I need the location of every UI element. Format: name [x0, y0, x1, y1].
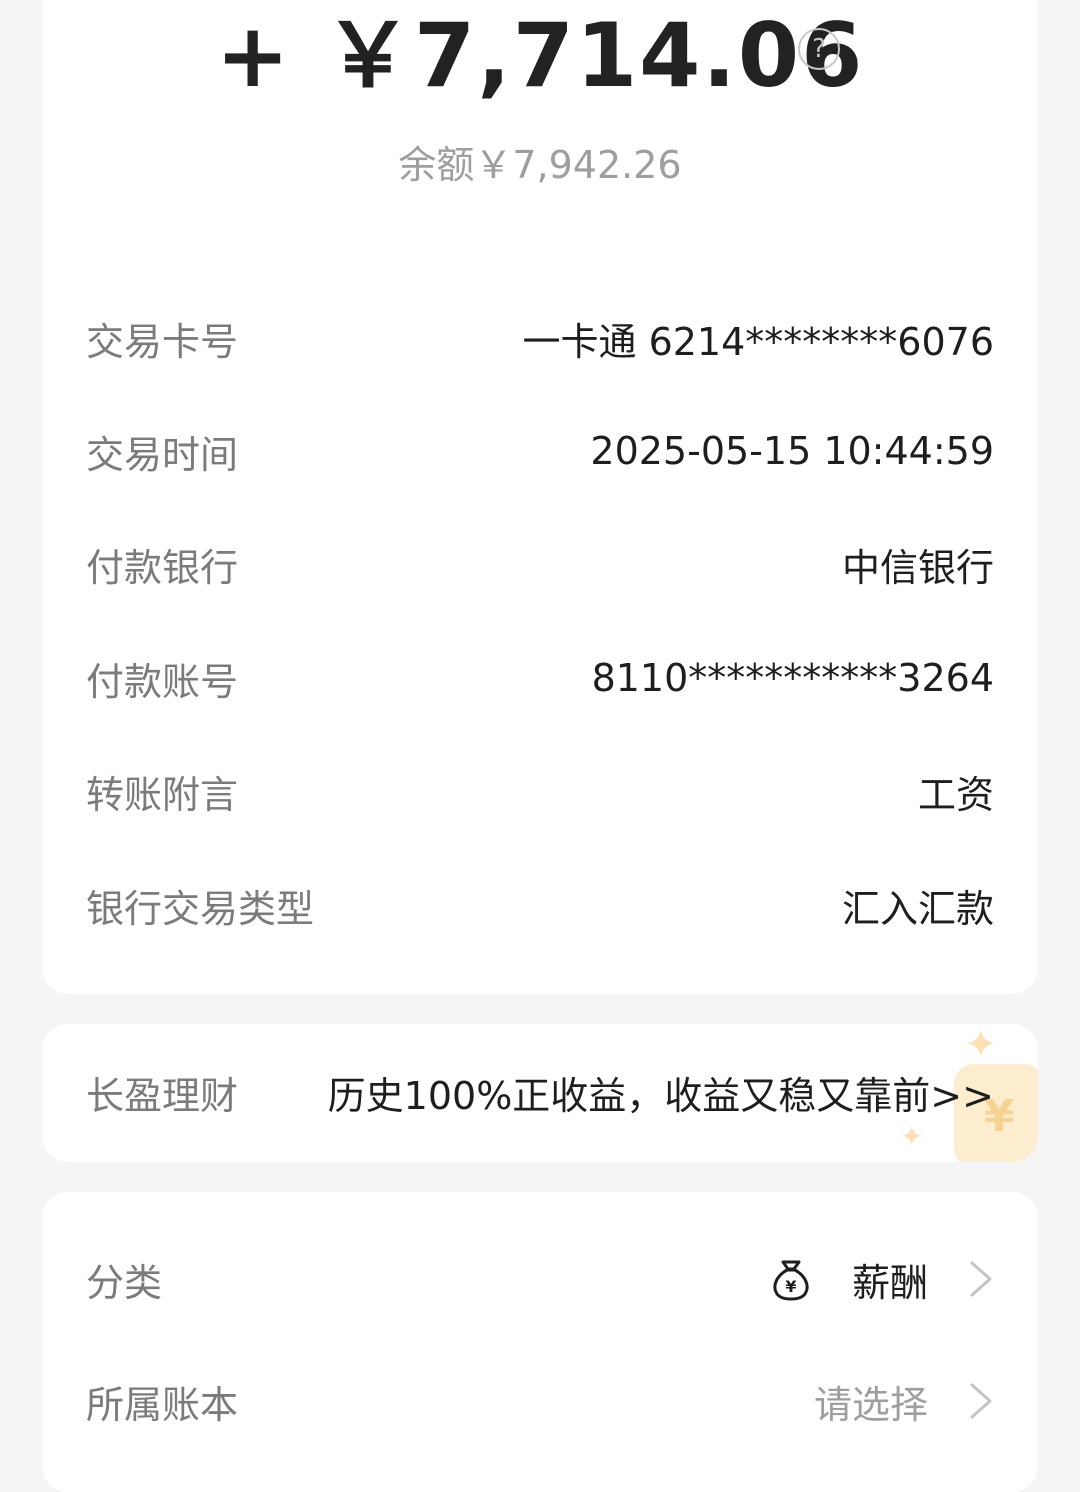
detail-value: 汇入汇款	[841, 886, 994, 931]
detail-row-time: 交易时间 2025-05-15 10:44:59	[86, 421, 994, 481]
detail-label: 交易时间	[86, 432, 239, 477]
category-value: 薪酬	[851, 1260, 928, 1305]
ledger-row[interactable]: 所属账本 请选择	[86, 1366, 994, 1436]
detail-value: 中信银行	[841, 545, 994, 590]
chevron-right-icon	[970, 1383, 992, 1419]
transaction-amount: + ￥7,714.06	[215, 3, 865, 107]
detail-label: 银行交易类型	[86, 886, 315, 931]
svg-text:¥: ¥	[785, 1277, 796, 1296]
balance-text: 余额￥7,942.26	[398, 143, 682, 187]
category-row[interactable]: 分类 ¥ 薪酬	[86, 1244, 994, 1314]
promo-row[interactable]: 长盈理财 历史100%正收益，收益又稳又靠前>>	[86, 1062, 994, 1122]
detail-value: 8110***********3264	[591, 656, 994, 700]
detail-label: 转账附言	[86, 772, 239, 817]
wealth-promo-card[interactable]: ✦ ✦ ¥ 长盈理财 历史100%正收益，收益又稳又靠前>>	[42, 1024, 1038, 1162]
category-selector[interactable]: ¥ 薪酬	[768, 1252, 994, 1307]
detail-row-payer-bank: 付款银行 中信银行	[86, 534, 994, 594]
detail-row-card-number: 交易卡号 一卡通 6214********6076	[86, 308, 994, 368]
transaction-detail-card: + ￥7,714.06 ? 余额￥7,942.26 交易卡号 一卡通 6214*…	[42, 0, 1038, 994]
promo-link[interactable]: 历史100%正收益，收益又稳又靠前>>	[328, 1065, 994, 1120]
promo-label: 长盈理财	[86, 1073, 239, 1118]
category-label: 分类	[86, 1260, 163, 1305]
detail-row-transaction-type: 银行交易类型 汇入汇款	[86, 875, 994, 935]
detail-row-remark: 转账附言 工资	[86, 761, 994, 821]
detail-value: 工资	[917, 772, 994, 817]
sparkle-icon: ✦	[900, 1120, 924, 1153]
detail-label: 交易卡号	[86, 319, 239, 364]
settings-card: 分类 ¥ 薪酬 所属账本 请选择	[42, 1192, 1038, 1492]
ledger-label: 所属账本	[86, 1382, 239, 1427]
detail-value: 2025-05-15 10:44:59	[590, 429, 994, 473]
question-circle-icon[interactable]: ?	[798, 28, 840, 70]
detail-label: 付款银行	[86, 545, 239, 590]
amount-row: + ￥7,714.06	[42, 0, 1038, 107]
detail-value: 一卡通 6214********6076	[522, 319, 995, 364]
detail-label: 付款账号	[86, 659, 239, 704]
ledger-selector[interactable]: 请选择	[814, 1374, 994, 1429]
chevron-right-icon	[970, 1261, 992, 1297]
ledger-value: 请选择	[813, 1382, 928, 1427]
money-bag-icon: ¥	[773, 1260, 809, 1301]
detail-row-payer-account: 付款账号 8110***********3264	[86, 648, 994, 708]
